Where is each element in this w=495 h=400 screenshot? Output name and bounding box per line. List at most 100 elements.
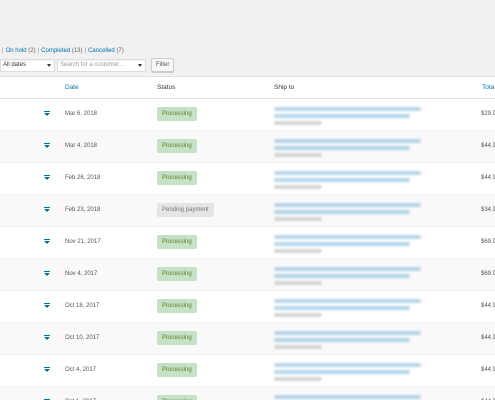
ship-to-address-redacted <box>274 299 434 320</box>
redacted-line <box>274 217 322 221</box>
order-total: $34.9 <box>481 207 495 213</box>
table-row[interactable]: Mar 6, 2018 Processing $29.9 <box>0 99 495 131</box>
table-row[interactable]: Feb 23, 2018 Pending payment $34.9 <box>0 195 495 227</box>
redacted-line <box>274 281 322 285</box>
redacted-line <box>274 185 322 189</box>
table-row[interactable]: Nov 4, 2017 Processing $69.9 <box>0 259 495 291</box>
order-date: Mar 6, 2018 <box>65 111 98 117</box>
redacted-line <box>274 395 422 399</box>
filter-completed[interactable]: Completed (13) <box>41 48 82 54</box>
redacted-line <box>274 171 422 175</box>
caret-down-icon <box>47 63 51 67</box>
ship-to-address-redacted <box>274 235 434 256</box>
status-filter-links: | On hold (2) | Completed (13) | Cancell… <box>0 46 124 56</box>
status-badge: Processing <box>157 139 197 153</box>
customer-search-select[interactable]: Search for a customer... <box>57 58 146 72</box>
redacted-line <box>274 249 322 253</box>
order-total: $44.9 <box>481 367 495 373</box>
redacted-line <box>274 153 322 157</box>
order-date: Nov 4, 2017 <box>65 271 98 277</box>
status-badge: Processing <box>157 363 197 377</box>
ship-to-address-redacted <box>274 203 434 224</box>
status-badge: Processing <box>157 395 197 400</box>
order-total: $29.9 <box>481 111 495 117</box>
redacted-line <box>274 210 410 214</box>
redacted-line <box>274 299 422 303</box>
table-toolbar: All dates Search for a customer... Filte… <box>0 58 175 72</box>
ship-to-address-redacted <box>274 395 434 400</box>
chevron-down-icon[interactable] <box>44 207 50 212</box>
customer-search-placeholder: Search for a customer... <box>60 61 124 68</box>
status-badge: Processing <box>157 267 197 281</box>
column-header-total[interactable]: Tota <box>482 84 494 91</box>
redacted-line <box>274 114 410 118</box>
chevron-down-icon[interactable] <box>44 367 50 372</box>
chevron-down-icon[interactable] <box>44 143 50 148</box>
order-date: Nov 21, 2017 <box>65 239 101 245</box>
ship-to-address-redacted <box>274 267 434 288</box>
chevron-down-icon[interactable] <box>44 239 50 244</box>
order-total: $44.9 <box>481 335 495 341</box>
status-badge: Processing <box>157 331 197 345</box>
table-row[interactable]: Oct 18, 2017 Processing $44.9 <box>0 291 495 323</box>
redacted-line <box>274 235 422 239</box>
date-filter-value: All dates <box>3 61 27 68</box>
order-total: $69.9 <box>481 271 495 277</box>
table-row[interactable]: Feb 26, 2018 Processing $44.9 <box>0 163 495 195</box>
redacted-line <box>274 107 422 111</box>
filter-separator: | <box>84 48 87 54</box>
table-row[interactable]: Oct 10, 2017 Processing $44.9 <box>0 323 495 355</box>
ship-to-address-redacted <box>274 331 434 352</box>
redacted-line <box>274 121 322 125</box>
status-badge: Processing <box>157 171 197 185</box>
filter-on-hold[interactable]: On hold (2) <box>6 48 36 54</box>
filter-label: Completed <box>41 48 71 54</box>
table-row[interactable]: Nov 21, 2017 Processing $69.9 <box>0 227 495 259</box>
chevron-down-icon[interactable] <box>44 335 50 340</box>
ship-to-address-redacted <box>274 363 434 384</box>
status-badge: Processing <box>157 299 197 313</box>
redacted-line <box>274 242 410 246</box>
filter-count: (13) <box>71 48 83 54</box>
filter-separator: | <box>37 48 40 54</box>
filter-separator: | <box>2 48 4 54</box>
order-date: Oct 10, 2017 <box>65 335 100 341</box>
redacted-line <box>274 139 422 143</box>
orders-table: Date Status Ship to Tota Mar 6, 2018 Proc… <box>0 76 495 400</box>
order-date: Oct 4, 2017 <box>65 367 97 373</box>
order-total: $44.9 <box>481 303 495 309</box>
order-date: Feb 23, 2018 <box>65 207 101 213</box>
redacted-line <box>274 306 410 310</box>
redacted-line <box>274 370 410 374</box>
order-date: Mar 4, 2018 <box>65 143 98 149</box>
redacted-line <box>274 178 410 182</box>
ship-to-address-redacted <box>274 171 434 192</box>
order-total: $69.9 <box>481 239 495 245</box>
table-row[interactable]: Oct 4, 2017 Processing $44.9 <box>0 355 495 387</box>
column-header-date[interactable]: Date <box>65 84 79 91</box>
caret-down-icon <box>138 63 142 67</box>
filter-cancelled[interactable]: Cancelled (7) <box>88 48 124 54</box>
redacted-line <box>274 345 322 349</box>
column-header-ship-to: Ship to <box>274 84 295 91</box>
redacted-line <box>274 331 422 335</box>
filter-button[interactable]: Filter <box>151 58 175 72</box>
redacted-line <box>274 313 322 317</box>
table-row[interactable]: Mar 4, 2018 Processing $44.9 <box>0 131 495 163</box>
order-total: $44.9 <box>481 143 495 149</box>
table-body: Mar 6, 2018 Processing $29.9 Mar 4, 2018 Pro… <box>0 99 495 400</box>
redacted-line <box>274 274 410 278</box>
ship-to-address-redacted <box>274 107 434 128</box>
redacted-line <box>274 377 322 381</box>
filter-count: (2) <box>28 48 36 54</box>
date-filter-select[interactable]: All dates <box>0 58 55 72</box>
chevron-down-icon[interactable] <box>44 303 50 308</box>
chevron-down-icon[interactable] <box>44 271 50 276</box>
order-total: $44.9 <box>481 175 495 181</box>
chevron-down-icon[interactable] <box>44 175 50 180</box>
filter-label: Cancelled <box>88 48 115 54</box>
chevron-down-icon[interactable] <box>44 111 50 116</box>
table-row[interactable]: Oct 1, 2017Processing$44.9 <box>0 387 495 400</box>
filter-count: (7) <box>116 48 124 54</box>
redacted-line <box>274 146 410 150</box>
